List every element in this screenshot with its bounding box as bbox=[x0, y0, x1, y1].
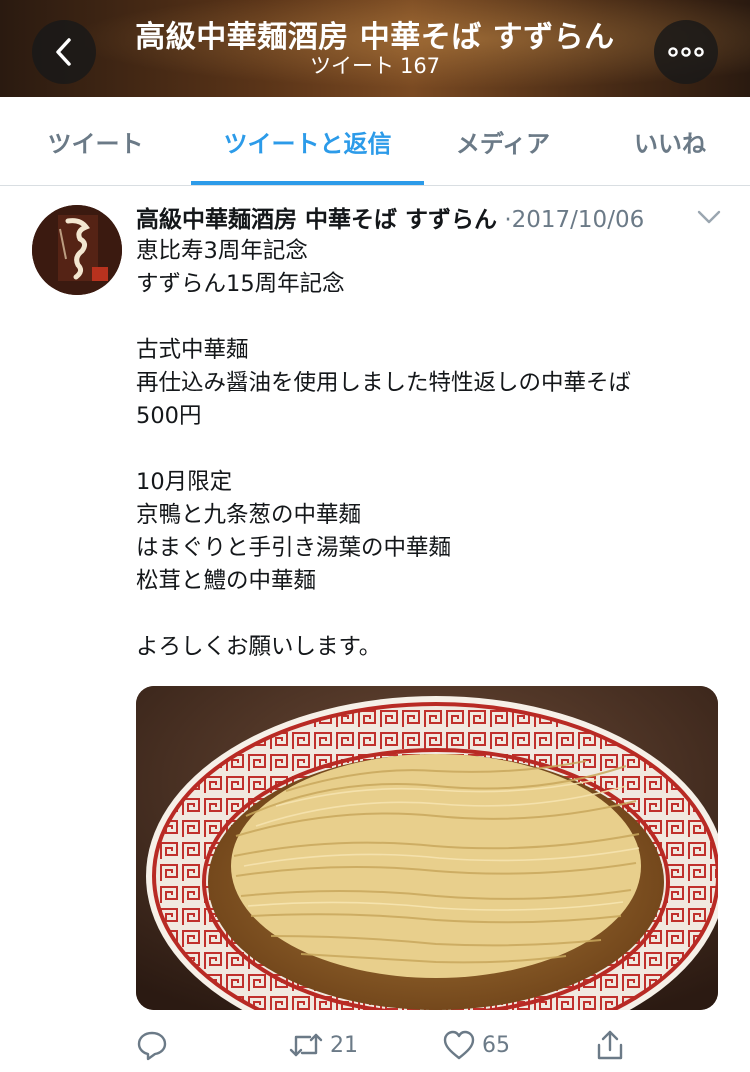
chevron-down-icon bbox=[697, 210, 721, 224]
tweet-line: はまぐりと手引き湯葉の中華麺 bbox=[136, 535, 452, 561]
tweet-header: 高級中華麺酒房 中華そば すずらん ·2017/10/06 bbox=[136, 200, 736, 236]
share-icon bbox=[597, 1030, 623, 1060]
heart-icon bbox=[443, 1030, 475, 1060]
reply-icon bbox=[137, 1031, 167, 1061]
tweet-line: 恵比寿3周年記念 bbox=[136, 238, 308, 264]
tweet-date[interactable]: 2017/10/06 bbox=[512, 207, 645, 233]
avatar-image bbox=[32, 205, 122, 295]
avatar[interactable] bbox=[32, 205, 122, 295]
tweet-line: 再仕込み醤油を使用しました特性返しの中華そば bbox=[136, 370, 632, 396]
tweet-separator: · bbox=[504, 207, 512, 233]
ramen-bowl-image bbox=[136, 686, 718, 1010]
tweet-menu-button[interactable] bbox=[696, 206, 722, 228]
tab-tweets[interactable]: ツイート bbox=[0, 97, 191, 185]
retweet-button[interactable]: 21 bbox=[288, 1025, 358, 1065]
reply-button[interactable] bbox=[136, 1025, 174, 1065]
tweet-count-label: ツイート bbox=[309, 54, 394, 78]
tweet-line-gap bbox=[136, 433, 726, 466]
tweet-line: すずらん15周年記念 bbox=[136, 271, 345, 297]
like-count: 65 bbox=[482, 1032, 510, 1058]
tweet-text: 恵比寿3周年記念 すずらん15周年記念 古式中華麺 再仕込み醤油を使用しました特… bbox=[136, 235, 726, 664]
tweet-line: 500円 bbox=[136, 403, 202, 429]
like-button[interactable]: 65 bbox=[442, 1025, 510, 1065]
share-button[interactable] bbox=[594, 1025, 632, 1065]
tweet-line: よろしくお願いします。 bbox=[136, 634, 382, 660]
retweet-icon bbox=[289, 1033, 323, 1057]
tweet-line: 京鴨と九条葱の中華麺 bbox=[136, 502, 362, 528]
tweet-count: ツイート 167 bbox=[0, 50, 750, 80]
tab-tweets-and-replies[interactable]: ツイートと返信 bbox=[191, 97, 424, 185]
tweet-photo[interactable] bbox=[136, 686, 718, 1010]
tweet-line: 松茸と鱧の中華麺 bbox=[136, 568, 317, 594]
retweet-count: 21 bbox=[330, 1032, 358, 1058]
tab-likes[interactable]: いいね bbox=[590, 97, 750, 185]
tweet-line: 10月限定 bbox=[136, 469, 233, 495]
author-name[interactable]: 高級中華麺酒房 中華そば すずらん bbox=[136, 207, 497, 233]
tab-media[interactable]: メディア bbox=[424, 97, 582, 185]
tweet-line-gap bbox=[136, 301, 726, 334]
tweet-line-gap bbox=[136, 598, 726, 631]
tweet-line: 古式中華麺 bbox=[136, 337, 249, 363]
profile-tabs: ツイート ツイートと返信 メディア いいね bbox=[0, 97, 750, 186]
profile-header: 高級中華麺酒房 中華そば すずらん ツイート 167 bbox=[0, 0, 750, 97]
more-button[interactable] bbox=[654, 20, 718, 84]
active-tab-indicator bbox=[191, 181, 424, 185]
more-horizontal-icon bbox=[668, 47, 704, 57]
tweet-count-value: 167 bbox=[399, 54, 441, 78]
